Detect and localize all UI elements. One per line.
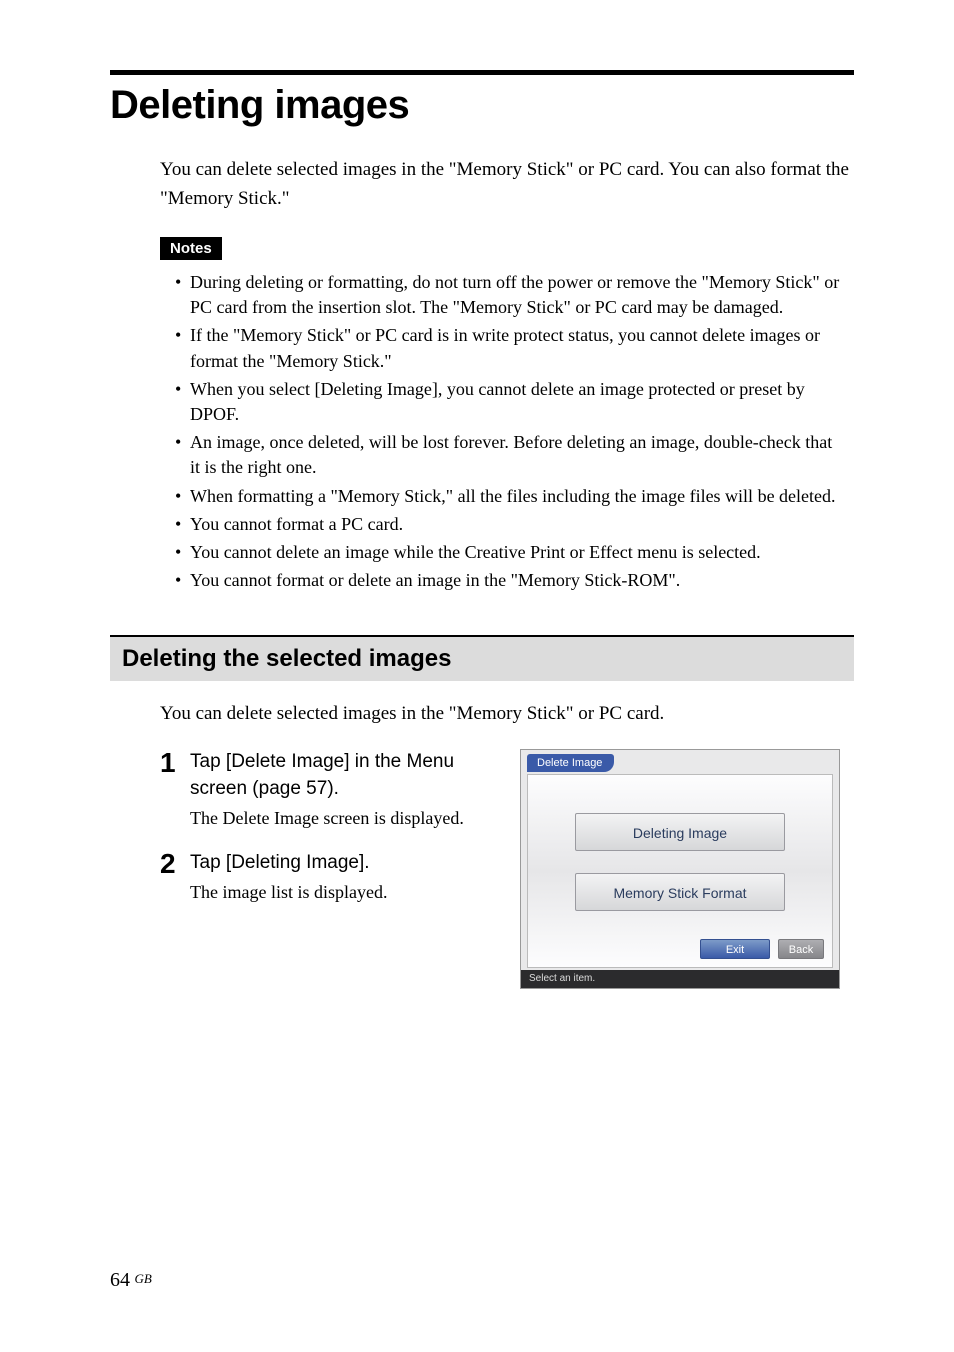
header-rule (110, 70, 854, 75)
step-title: Tap [Deleting Image]. (190, 850, 490, 877)
page-suffix: GB (135, 1271, 152, 1286)
screenshot-tab[interactable]: Delete Image (527, 754, 614, 772)
notes-label: Notes (160, 237, 222, 260)
note-item: An image, once deleted, will be lost for… (175, 430, 844, 480)
steps-column: 1 Tap [Delete Image] in the Menu screen … (160, 749, 490, 989)
screenshot-memory-stick-format-button[interactable]: Memory Stick Format (575, 873, 785, 911)
note-item: When you select [Deleting Image], you ca… (175, 377, 844, 427)
step-item: 1 Tap [Delete Image] in the Menu screen … (160, 749, 490, 831)
screenshot-back-button[interactable]: Back (778, 939, 824, 959)
section-intro: You can delete selected images in the "M… (160, 703, 854, 725)
step-title: Tap [Delete Image] in the Menu screen (p… (190, 749, 490, 802)
note-item: If the "Memory Stick" or PC card is in w… (175, 323, 844, 373)
page-title: Deleting images (110, 83, 854, 128)
page-footer: 64 GB (110, 1269, 152, 1292)
section-heading-bar: Deleting the selected images (110, 635, 854, 681)
intro-paragraph: You can delete selected images in the "M… (160, 156, 854, 213)
note-item: You cannot delete an image while the Cre… (175, 540, 844, 565)
section-heading: Deleting the selected images (122, 645, 842, 673)
screenshot-status-bar: Select an item. (521, 970, 839, 988)
note-item: You cannot format a PC card. (175, 512, 844, 537)
note-item: During deleting or formatting, do not tu… (175, 270, 844, 320)
embedded-device-screenshot: Delete Image Deleting Image Memory Stick… (520, 749, 840, 989)
step-body: Tap [Deleting Image]. The image list is … (190, 850, 490, 906)
screenshot-exit-button[interactable]: Exit (700, 939, 770, 959)
step-description: The Delete Image screen is displayed. (190, 806, 490, 831)
steps-row: 1 Tap [Delete Image] in the Menu screen … (160, 749, 854, 989)
step-item: 2 Tap [Deleting Image]. The image list i… (160, 850, 490, 906)
note-item: You cannot format or delete an image in … (175, 568, 844, 593)
step-body: Tap [Delete Image] in the Menu screen (p… (190, 749, 490, 831)
screenshot-content-panel: Deleting Image Memory Stick Format Exit … (527, 774, 833, 968)
note-item: When formatting a "Memory Stick," all th… (175, 484, 844, 509)
step-number: 1 (160, 749, 178, 831)
screenshot-deleting-image-button[interactable]: Deleting Image (575, 813, 785, 851)
step-number: 2 (160, 850, 178, 906)
step-description: The image list is displayed. (190, 880, 490, 905)
notes-list: During deleting or formatting, do not tu… (175, 270, 844, 593)
page-number: 64 (110, 1269, 130, 1291)
